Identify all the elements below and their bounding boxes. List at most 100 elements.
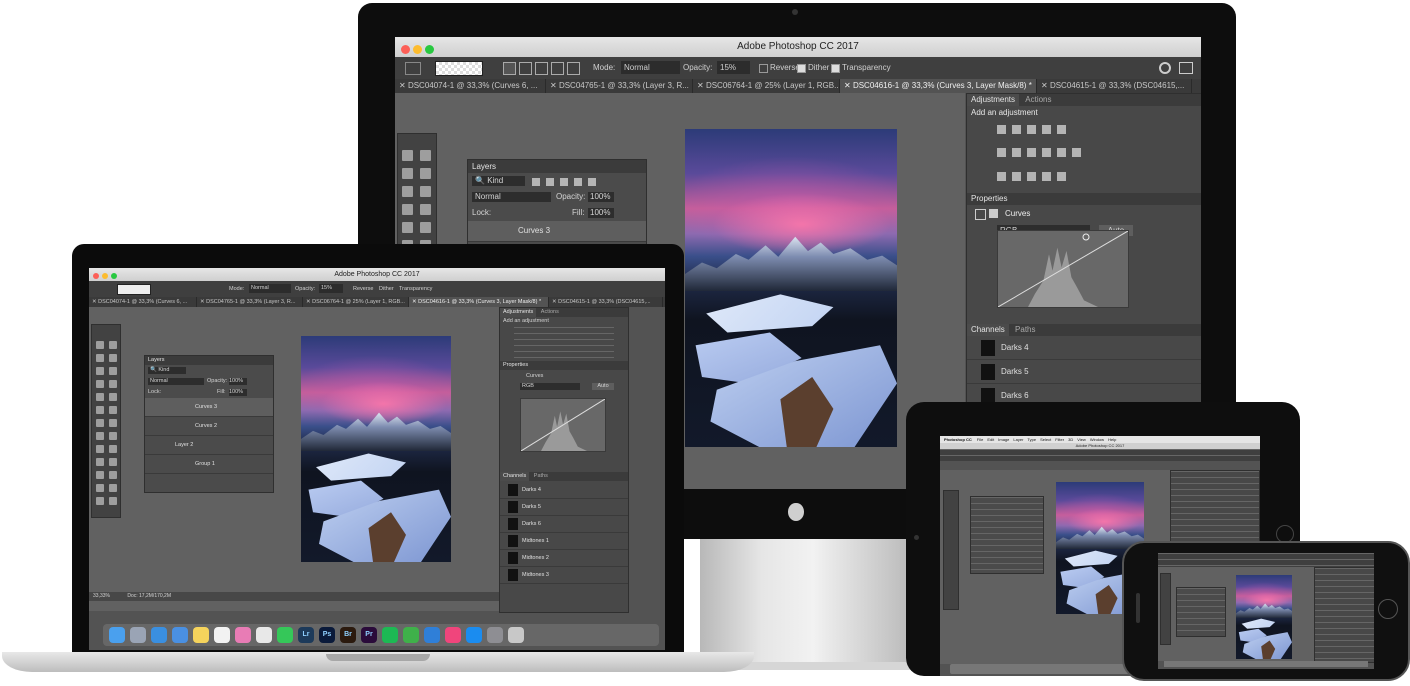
fill-input[interactable]: 100%: [229, 389, 247, 396]
transparency-checkbox[interactable]: [831, 64, 840, 73]
lightroom-icon[interactable]: Lr: [298, 627, 314, 643]
gradient-angle-icon[interactable]: [535, 62, 548, 75]
layer-row[interactable]: Curves 2: [145, 417, 273, 436]
mode-select[interactable]: Normal: [621, 61, 680, 74]
doc-tab[interactable]: ✕ DSC06764-1 @ 25% (Layer 1, RGB...: [303, 297, 409, 307]
menu-item[interactable]: 3D: [1068, 437, 1073, 442]
zoom-dot[interactable]: [425, 45, 434, 54]
tool-icon[interactable]: [420, 150, 431, 161]
adjustments-tab[interactable]: Adjustments: [500, 308, 537, 317]
tool-icon[interactable]: [96, 380, 104, 388]
menu-item[interactable]: Type: [1027, 437, 1036, 442]
fill-input[interactable]: 100%: [588, 208, 614, 218]
channel-row[interactable]: Darks 5: [967, 360, 1201, 384]
channel-row[interactable]: Midtones 1: [500, 533, 628, 550]
tool-icon[interactable]: [109, 341, 117, 349]
channel-select[interactable]: RGB: [520, 383, 580, 390]
menu-item[interactable]: View: [1077, 437, 1086, 442]
tool-preset-icon[interactable]: [405, 62, 421, 75]
spotify-icon[interactable]: [382, 627, 398, 643]
doc-tab-active[interactable]: ✕ DSC04616-1 @ 33,3% (Curves 3, Layer Ma…: [409, 297, 549, 307]
doc-tab[interactable]: ✕ DSC04615-1 @ 33,3% (DSC04615,...: [549, 297, 663, 307]
tool-icon[interactable]: [109, 458, 117, 466]
iphone-home-button[interactable]: [1378, 599, 1398, 619]
messages-icon[interactable]: [277, 627, 293, 643]
tool-icon[interactable]: [109, 432, 117, 440]
menu-item[interactable]: Image: [998, 437, 1009, 442]
launchpad-icon[interactable]: [130, 627, 146, 643]
gradient-swatch[interactable]: [117, 284, 151, 295]
adjustment-icons-row1[interactable]: [967, 119, 1201, 141]
adjustment-icons-row3[interactable]: [967, 165, 1201, 189]
dither-checkbox[interactable]: [797, 64, 806, 73]
tool-icon[interactable]: [96, 367, 104, 375]
channel-row[interactable]: Darks 4: [967, 336, 1201, 360]
minimize-dot[interactable]: [102, 273, 108, 279]
preferences-icon[interactable]: [487, 627, 503, 643]
adjustment-icons[interactable]: [514, 327, 614, 359]
tool-icon[interactable]: [109, 380, 117, 388]
channel-row[interactable]: Midtones 2: [500, 550, 628, 567]
layer-opacity-input[interactable]: 100%: [588, 192, 614, 202]
layer-filter-select[interactable]: 🔍 Kind: [472, 176, 525, 186]
tool-icon[interactable]: [96, 406, 104, 414]
menu-item[interactable]: Edit: [987, 437, 994, 442]
chrome-icon[interactable]: [256, 627, 272, 643]
menu-item[interactable]: Window: [1090, 437, 1104, 442]
blend-mode-select[interactable]: Normal: [472, 192, 551, 202]
doc-tab[interactable]: ✕ DSC04074-1 @ 33,3% (Curves 6, ...: [89, 297, 197, 307]
tool-icon[interactable]: [420, 222, 431, 233]
adjustment-icons-row2[interactable]: [967, 141, 1201, 165]
tool-icon[interactable]: [96, 445, 104, 453]
channels-tab[interactable]: Channels: [967, 324, 1009, 336]
channel-row[interactable]: Darks 5: [500, 499, 628, 516]
gradient-reflected-icon[interactable]: [551, 62, 564, 75]
close-dot[interactable]: [93, 273, 99, 279]
layer-opacity-input[interactable]: 100%: [229, 378, 247, 385]
layer-filter-icons[interactable]: [532, 177, 596, 186]
doc-tab[interactable]: ✕ DSC04765-1 @ 33,3% (Layer 3, R...: [197, 297, 303, 307]
tool-icon[interactable]: [96, 458, 104, 466]
curves-graph[interactable]: [997, 230, 1129, 308]
tool-icon[interactable]: [96, 484, 104, 492]
tool-icon[interactable]: [402, 204, 413, 215]
paths-tab[interactable]: Paths: [531, 472, 551, 481]
doc-tab[interactable]: ✕ DSC04615-1 @ 33,3% (DSC04615,...: [1037, 79, 1192, 93]
menu-item[interactable]: Select: [1040, 437, 1051, 442]
actions-tab[interactable]: Actions: [538, 308, 562, 317]
tool-icon[interactable]: [109, 484, 117, 492]
gradient-radial-icon[interactable]: [519, 62, 532, 75]
photoshop-icon[interactable]: Ps: [319, 627, 335, 643]
tool-icon[interactable]: [96, 497, 104, 505]
tool-icon[interactable]: [109, 354, 117, 362]
opacity-input[interactable]: 15%: [319, 284, 343, 293]
blend-mode-select[interactable]: Normal: [148, 378, 204, 385]
safari-icon[interactable]: [151, 627, 167, 643]
tool-icon[interactable]: [96, 341, 104, 349]
trash-icon[interactable]: [508, 627, 524, 643]
doc-tab[interactable]: ✕ DSC06764-1 @ 25% (Layer 1, RGB...: [693, 79, 840, 93]
tool-icon[interactable]: [402, 168, 413, 179]
menu-item[interactable]: Help: [1108, 437, 1116, 442]
keynote-icon[interactable]: [424, 627, 440, 643]
paths-tab[interactable]: Paths: [1011, 324, 1039, 336]
gradient-linear-icon[interactable]: [503, 62, 516, 75]
layer-filter-select[interactable]: 🔍 Kind: [148, 367, 186, 374]
itunes-icon[interactable]: [445, 627, 461, 643]
zoom-dot[interactable]: [111, 273, 117, 279]
appstore-icon[interactable]: [466, 627, 482, 643]
calendar-icon[interactable]: [214, 627, 230, 643]
doc-tab[interactable]: ✕ DSC04074-1 @ 33,3% (Curves 6, ...: [395, 79, 546, 93]
layer-row[interactable]: Curves 3: [468, 221, 646, 242]
channel-row[interactable]: Darks 6: [500, 516, 628, 533]
adjustments-tab[interactable]: Adjustments: [967, 94, 1020, 106]
curves-graph[interactable]: [520, 398, 606, 452]
numbers-icon[interactable]: [403, 627, 419, 643]
layer-row[interactable]: Group 1: [145, 455, 273, 474]
tool-icon[interactable]: [96, 393, 104, 401]
tool-icon[interactable]: [96, 471, 104, 479]
layer-row[interactable]: Layer 2: [145, 436, 273, 455]
minimize-dot[interactable]: [413, 45, 422, 54]
layer-row[interactable]: Curves 3: [145, 398, 273, 417]
tool-icon[interactable]: [402, 222, 413, 233]
